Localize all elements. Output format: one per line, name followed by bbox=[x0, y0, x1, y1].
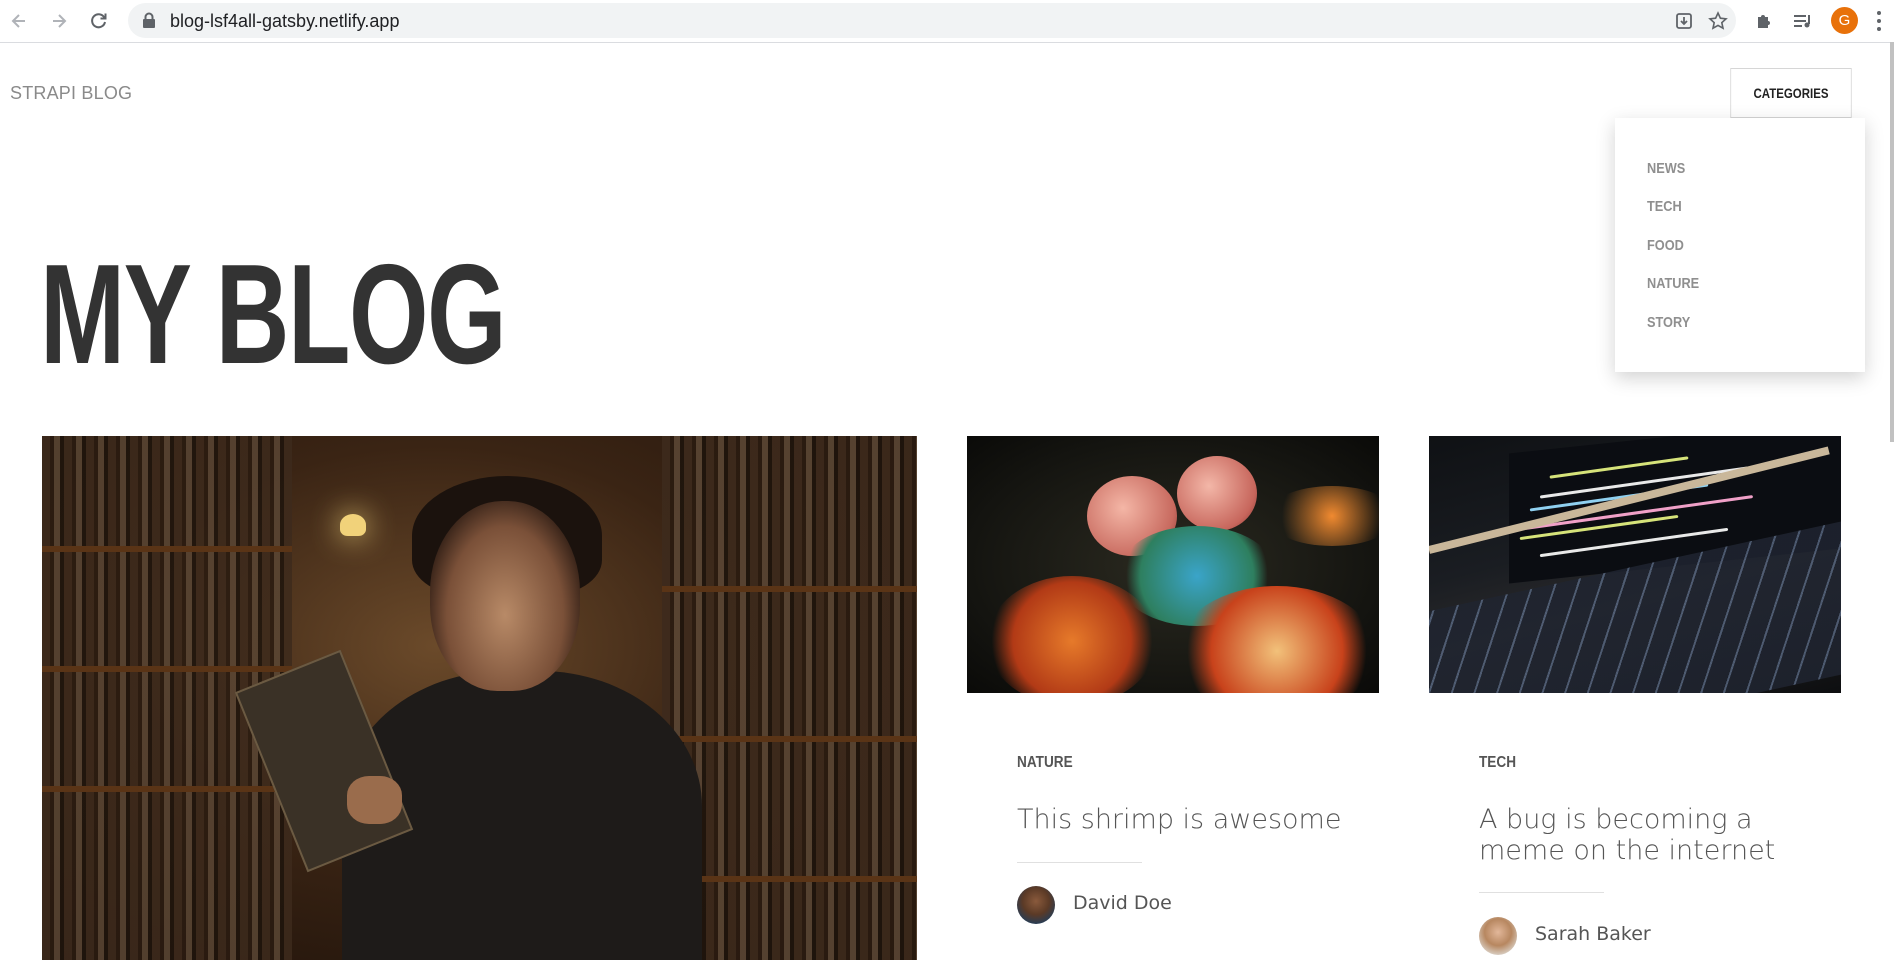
extensions-puzzle-icon[interactable] bbox=[1750, 7, 1778, 35]
dropdown-item-story[interactable]: STORY bbox=[1647, 314, 1690, 331]
dropdown-item-tech[interactable]: TECH bbox=[1647, 198, 1682, 215]
browser-toolbar: blog-lsf4all-gatsby.netlify.app G bbox=[0, 0, 1894, 43]
article-title[interactable]: This shrimp is awesome bbox=[1017, 804, 1347, 835]
install-app-icon[interactable] bbox=[1672, 9, 1696, 33]
dropdown-item-food[interactable]: FOOD bbox=[1647, 237, 1684, 254]
profile-avatar[interactable]: G bbox=[1831, 7, 1858, 34]
page-title: MY BLOG bbox=[40, 235, 507, 394]
lock-icon[interactable] bbox=[142, 12, 156, 33]
author-name[interactable]: Sarah Baker bbox=[1535, 923, 1651, 945]
divider bbox=[1479, 892, 1604, 893]
avatar bbox=[1479, 917, 1517, 955]
site-brand[interactable]: STRAPI BLOG bbox=[10, 83, 132, 104]
forward-arrow-icon[interactable] bbox=[44, 6, 74, 36]
more-menu-icon[interactable] bbox=[1876, 9, 1882, 33]
scrollbar[interactable] bbox=[1890, 42, 1894, 442]
categories-button[interactable]: CATEGORIES bbox=[1730, 68, 1852, 118]
reading-list-icon[interactable] bbox=[1789, 7, 1817, 35]
featured-article-image[interactable] bbox=[42, 436, 917, 960]
back-arrow-icon[interactable] bbox=[4, 6, 34, 36]
article-category[interactable]: NATURE bbox=[1017, 754, 1073, 772]
bookmark-star-icon[interactable] bbox=[1706, 9, 1730, 33]
divider bbox=[1017, 862, 1142, 863]
article-category[interactable]: TECH bbox=[1479, 754, 1516, 772]
article-image-shrimp[interactable] bbox=[967, 436, 1379, 693]
dropdown-item-news[interactable]: NEWS bbox=[1647, 160, 1685, 177]
article-title[interactable]: A bug is becoming a meme on the internet bbox=[1479, 804, 1809, 866]
categories-dropdown: NEWS TECH FOOD NATURE STORY bbox=[1615, 118, 1865, 372]
dropdown-item-nature[interactable]: NATURE bbox=[1647, 275, 1699, 292]
address-bar[interactable]: blog-lsf4all-gatsby.netlify.app bbox=[128, 3, 1736, 38]
url-text[interactable]: blog-lsf4all-gatsby.netlify.app bbox=[170, 11, 399, 32]
avatar bbox=[1017, 886, 1055, 924]
article-image-laptop[interactable] bbox=[1429, 436, 1841, 693]
reload-icon[interactable] bbox=[84, 6, 114, 36]
author-name[interactable]: David Doe bbox=[1073, 892, 1172, 914]
